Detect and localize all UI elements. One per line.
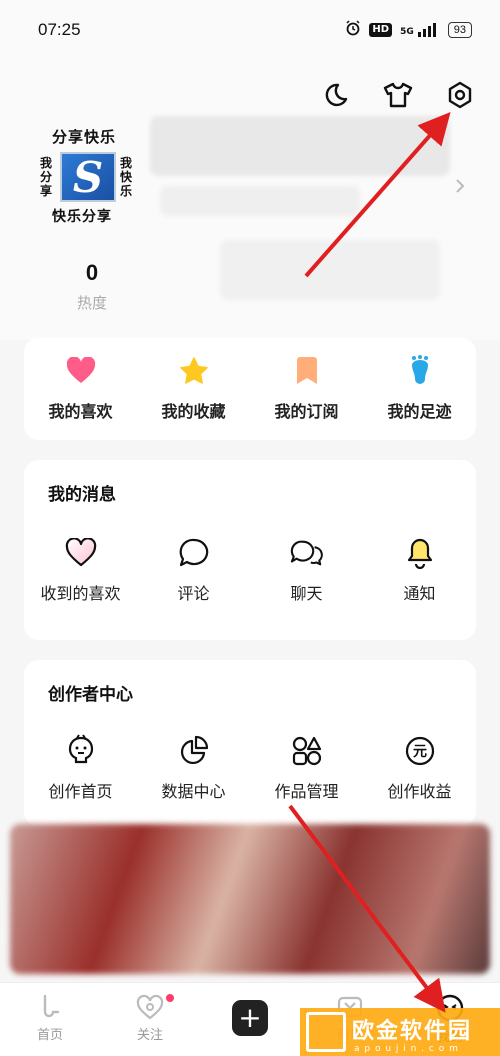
quick-action-likes[interactable]: 我的喜欢 (24, 354, 137, 422)
watermark-subtext: a p o u j i n . c o m (354, 1044, 459, 1054)
home-icon (43, 994, 60, 1018)
signal-icon: 5G (400, 22, 440, 37)
chat-icon (290, 536, 324, 570)
quick-action-subscriptions[interactable]: 我的订阅 (250, 354, 363, 422)
settings-icon[interactable] (443, 78, 477, 112)
username-blurred (150, 116, 450, 176)
messages-title: 我的消息 (48, 485, 116, 505)
follow-heart-icon (136, 994, 164, 1020)
footprint-icon (403, 354, 437, 388)
heat-count: 0 (85, 260, 99, 285)
heat-label: 热度 (76, 294, 107, 312)
message-item-likes[interactable]: 收到的喜欢 (24, 536, 137, 604)
creator-center-title: 创作者中心 (48, 685, 133, 705)
nav-home[interactable]: 首页 (20, 994, 80, 1043)
watermark-text: 欧金软件园 (352, 1019, 473, 1044)
star-icon (177, 354, 211, 388)
quick-action-favorites[interactable]: 我的收藏 (137, 354, 250, 422)
avatar-bottom-text: 快乐分享 (52, 209, 112, 225)
shapes-icon (290, 734, 324, 768)
status-time: 07:25 (38, 20, 81, 39)
avatar-right-text: 我快乐 (120, 156, 133, 198)
message-item-notifications[interactable]: 通知 (363, 536, 476, 604)
creator-item-data[interactable]: 数据中心 (137, 734, 250, 802)
notification-dot (166, 994, 174, 1002)
quick-action-footprints[interactable]: 我的足迹 (363, 354, 476, 422)
heart-icon (64, 354, 98, 388)
battery-indicator: 93 (447, 21, 472, 38)
creator-item-works[interactable]: 作品管理 (250, 734, 363, 802)
profile-info-blurred (160, 186, 360, 216)
stats-blurred (220, 240, 440, 300)
promo-banner[interactable] (10, 824, 490, 974)
quick-actions-card: 我的喜欢 我的收藏 我的订阅 我的足迹 (24, 338, 476, 440)
hd-badge: HD (369, 22, 393, 37)
message-item-chat[interactable]: 聊天 (250, 536, 363, 604)
heart-outline-icon (64, 536, 98, 570)
bookmark-icon (290, 354, 324, 388)
add-post-button[interactable]: + (232, 1000, 268, 1036)
status-bar: 07:25 HD 5G 93 (0, 0, 500, 60)
comment-icon (177, 536, 211, 570)
messages-card: 我的消息 收到的喜欢 评论 聊天 通知 (24, 460, 476, 640)
creator-item-earnings[interactable]: 元 创作收益 (363, 734, 476, 802)
avatar-top-text: 分享快乐 (52, 128, 117, 146)
avatar-logo: S (60, 152, 116, 202)
yuan-icon: 元 (403, 734, 437, 768)
avatar[interactable]: 分享快乐 我分享 S 我快乐 快乐分享 (36, 126, 146, 226)
alarm-icon (345, 20, 361, 39)
message-item-comments[interactable]: 评论 (137, 536, 250, 604)
svg-text:元: 元 (413, 744, 427, 760)
avatar-left-text: 我分享 (40, 156, 53, 198)
creator-home-icon (64, 734, 98, 768)
creator-item-home[interactable]: 创作首页 (24, 734, 137, 802)
bell-icon (403, 536, 437, 570)
creator-center-card: 创作者中心 创作首页 数据中心 作品管理 元 创作收益 (24, 660, 476, 826)
status-icons: HD 5G 93 (345, 20, 472, 39)
watermark-icon (306, 1012, 346, 1052)
shirt-icon[interactable] (381, 78, 415, 112)
moon-icon[interactable] (318, 78, 352, 112)
chevron-right-icon[interactable] (450, 176, 470, 196)
watermark-logo: 欧金软件园 a p o u j i n . c o m (300, 1008, 500, 1056)
pie-chart-icon (177, 734, 211, 768)
